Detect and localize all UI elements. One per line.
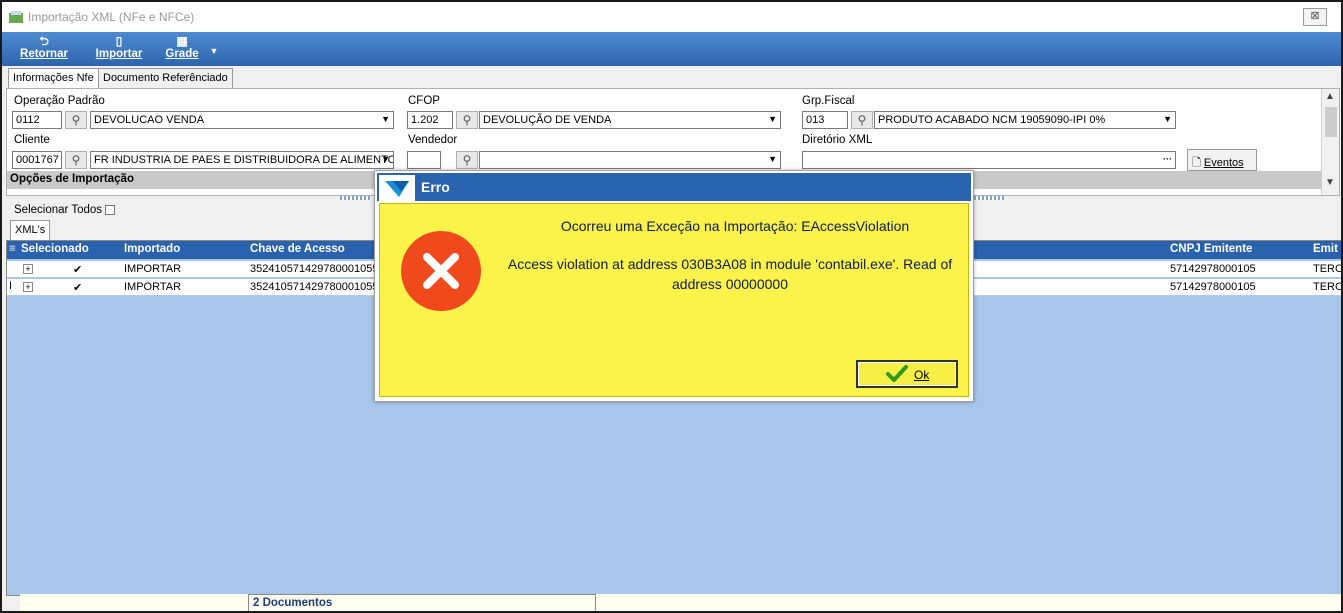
grp-fiscal-code-field[interactable]: 013 — [802, 111, 848, 129]
cliente-value: FR INDUSTRIA DE PAES E DISTRIBUIDORA DE … — [94, 154, 394, 166]
operacao-search-icon[interactable]: ⚲ — [65, 111, 87, 129]
scroll-thumb[interactable] — [1325, 107, 1337, 137]
expand-row-icon[interactable]: + — [23, 264, 33, 274]
browse-dots-icon[interactable]: ··· — [1163, 154, 1172, 164]
chevron-down-icon: ▼ — [381, 154, 390, 164]
chevron-down-icon: ▼ — [768, 114, 777, 124]
ok-button[interactable]: Ok — [856, 360, 958, 388]
select-all[interactable]: Selecionar Todos — [14, 204, 116, 216]
eventos-button[interactable]: 🗋 Eventos — [1187, 149, 1257, 171]
col-chave-acesso[interactable]: Chave de Acesso — [250, 243, 345, 255]
chevron-down-icon: ▼ — [381, 114, 390, 124]
col-cnpj-emitente[interactable]: CNPJ Emitente — [1170, 243, 1252, 255]
cliente-combo[interactable]: FR INDUSTRIA DE PAES E DISTRIBUIDORA DE … — [90, 151, 394, 169]
tab-xmls[interactable]: XML's — [10, 220, 51, 240]
diretorio-field[interactable]: ··· — [802, 151, 1176, 169]
main-window: Importação XML (NFe e NFCe) ⊠ ⮌ Retornar… — [0, 0, 1343, 613]
scroll-up-icon[interactable]: ▲ — [1325, 91, 1335, 102]
eventos-label: Eventos — [1203, 157, 1244, 169]
grade-icon: ▦ — [176, 34, 188, 48]
scroll-down-icon[interactable]: ▼ — [1325, 177, 1335, 188]
cfop-combo[interactable]: DEVOLUÇÃO DE VENDA ▼ — [479, 111, 781, 129]
splitter-handle[interactable] — [340, 196, 370, 200]
operacao-combo[interactable]: DEVOLUCAO VENDA ▼ — [90, 111, 394, 129]
ok-label: Ok — [914, 368, 930, 382]
retornar-button[interactable]: ⮌ Retornar — [16, 34, 72, 60]
column-menu-icon[interactable]: ≡ — [9, 243, 16, 255]
tab-informacoes-nfe[interactable]: Informações Nfe — [8, 68, 99, 88]
cliente-label: Cliente — [14, 134, 50, 146]
retornar-icon: ⮌ — [39, 34, 49, 48]
grade-dropdown-icon[interactable]: ▼ — [208, 46, 220, 56]
error-dialog: Erro Ocorreu uma Exceção na Importação: … — [374, 170, 974, 402]
operacao-label: Operação Padrão — [14, 95, 105, 107]
row-importado: IMPORTAR — [124, 263, 182, 275]
row-importado: IMPORTAR — [124, 281, 182, 293]
vendedor-search-icon[interactable]: ⚲ — [456, 151, 478, 169]
row-chave: 352410571429780001055 — [250, 263, 376, 275]
expand-row-icon[interactable]: + — [23, 282, 33, 292]
splitter-handle[interactable] — [974, 196, 1004, 200]
vendedor-code-field[interactable] — [407, 151, 441, 169]
vendedor-label: Vendedor — [408, 134, 458, 146]
row-cursor-icon: I — [9, 280, 13, 292]
document-count: 2 Documentos — [248, 594, 596, 611]
select-all-label: Selecionar Todos — [14, 204, 103, 216]
cfop-search-icon[interactable]: ⚲ — [456, 111, 478, 129]
col-selecionado[interactable]: Selecionado — [21, 243, 89, 255]
row-selected-check[interactable]: ✔ — [73, 263, 82, 276]
grade-button[interactable]: ▦ Grade — [162, 34, 202, 60]
dialog-title-bar: Erro — [377, 173, 971, 201]
col-emitente[interactable]: Emit — [1313, 243, 1338, 255]
chevron-down-icon: ▼ — [1163, 114, 1172, 124]
check-icon — [886, 365, 908, 382]
grade-label: Grade — [165, 48, 199, 60]
row-selected-check[interactable]: ✔ — [73, 281, 82, 294]
importar-label: Importar — [95, 48, 143, 60]
row-emit: TERC — [1313, 281, 1343, 293]
importar-button[interactable]: ▯ Importar — [90, 34, 148, 60]
row-emit: TERC — [1313, 263, 1343, 275]
error-message-title: Ocorreu uma Exceção na Importação: EAcce… — [560, 218, 910, 234]
window-title: Importação XML (NFe e NFCe) — [28, 10, 195, 24]
app-logo-icon — [379, 175, 415, 201]
grp-fiscal-label: Grp.Fiscal — [802, 95, 855, 107]
cfop-code-field[interactable]: 1.202 — [407, 111, 453, 129]
form-scrollbar[interactable]: ▲ ▼ — [1321, 89, 1339, 195]
cliente-search-icon[interactable]: ⚲ — [65, 151, 87, 169]
toolbar: ⮌ Retornar ▯ Importar ▦ Grade ▼ — [2, 32, 1341, 66]
grid-footer — [20, 594, 1341, 611]
tab-documento-referenciado[interactable]: Documento Referênciado — [98, 68, 233, 88]
grp-fiscal-combo[interactable]: PRODUTO ACABADO NCM 19059090-IPI 0% ▼ — [874, 111, 1176, 129]
row-cnpj: 57142978000105 — [1170, 281, 1256, 293]
app-icon — [9, 11, 23, 23]
row-chave: 352410571429780001055 — [250, 281, 376, 293]
diretorio-label: Diretório XML — [802, 134, 873, 146]
retornar-label: Retornar — [20, 48, 68, 60]
grp-fiscal-search-icon[interactable]: ⚲ — [851, 111, 873, 129]
importar-icon: ▯ — [115, 34, 123, 48]
select-all-checkbox[interactable] — [105, 204, 116, 215]
cfop-value: DEVOLUÇÃO DE VENDA — [483, 114, 612, 126]
vendedor-combo[interactable]: ▼ — [479, 151, 781, 169]
cfop-label: CFOP — [408, 95, 440, 107]
error-icon — [401, 231, 481, 311]
dialog-body: Ocorreu uma Exceção na Importação: EAcce… — [379, 203, 969, 397]
close-button[interactable]: ⊠ — [1303, 8, 1327, 26]
dialog-title: Erro — [421, 179, 450, 195]
cliente-code-field[interactable]: 0001767 — [12, 151, 62, 169]
chevron-down-icon: ▼ — [768, 154, 777, 164]
operacao-value: DEVOLUCAO VENDA — [94, 114, 205, 126]
error-message-detail: Access violation at address 030B3A08 in … — [507, 256, 953, 292]
operacao-code-field[interactable]: 0112 — [12, 111, 62, 129]
row-cnpj: 57142978000105 — [1170, 263, 1256, 275]
eventos-icon: 🗋 — [1192, 157, 1204, 169]
col-importado[interactable]: Importado — [124, 243, 180, 255]
grp-fiscal-value: PRODUTO ACABADO NCM 19059090-IPI 0% — [878, 114, 1106, 126]
title-bar: Importação XML (NFe e NFCe) ⊠ — [2, 2, 1341, 32]
